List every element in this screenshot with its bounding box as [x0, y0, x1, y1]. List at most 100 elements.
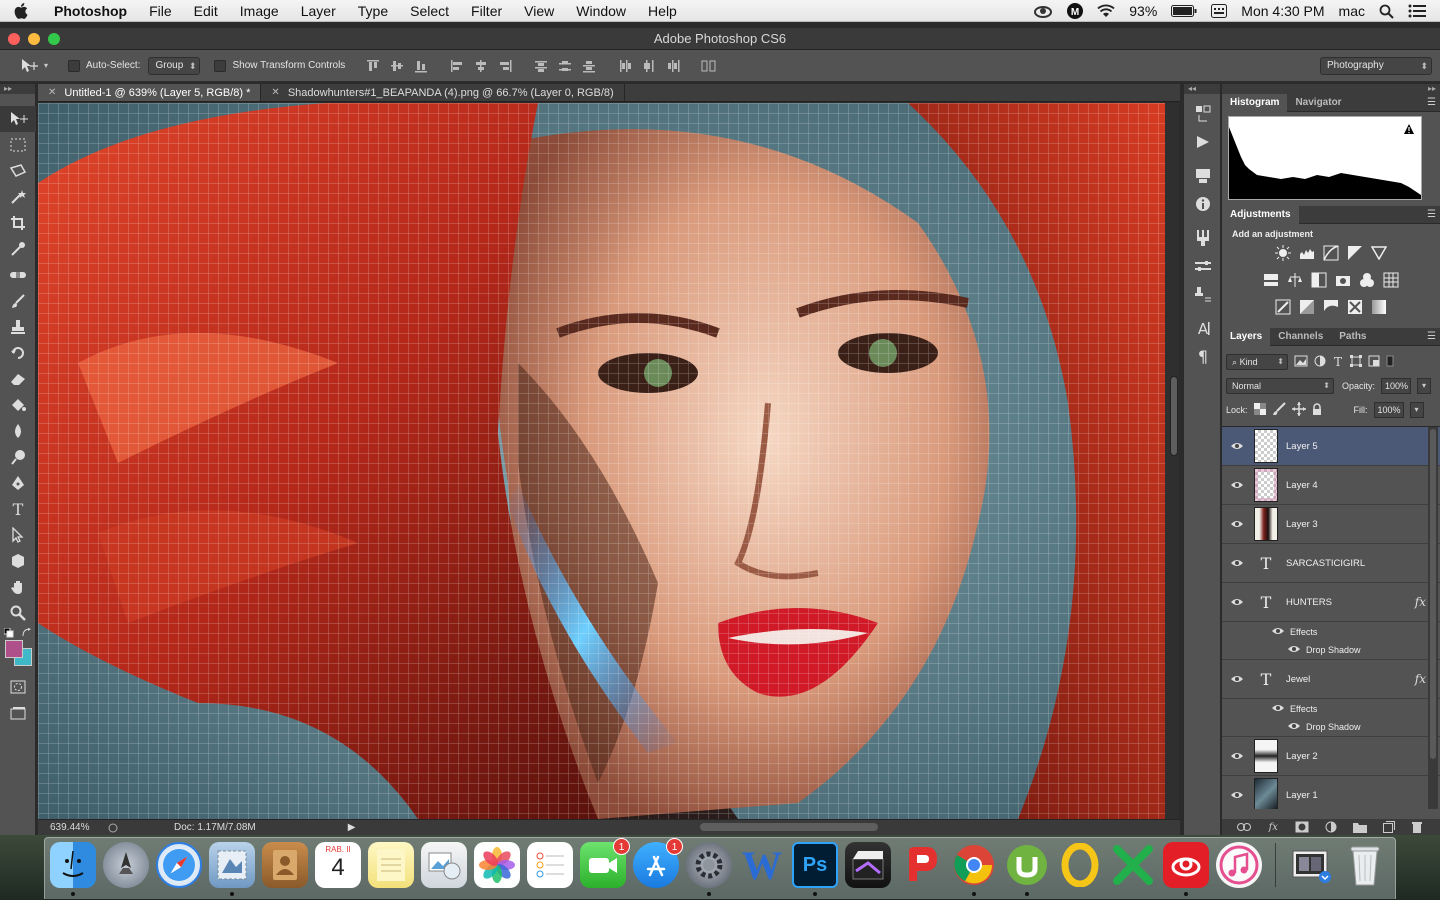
visibility-eye-icon[interactable] — [1222, 791, 1252, 799]
dodge-tool[interactable] — [0, 444, 36, 470]
filter-smart-object-icon[interactable] — [1368, 355, 1380, 369]
layer-name[interactable]: Layer 3 — [1286, 519, 1318, 530]
brightness-contrast-icon[interactable] — [1274, 244, 1292, 262]
menu-app-photoshop[interactable]: Photoshop — [42, 3, 138, 19]
lock-transparent-icon[interactable] — [1253, 403, 1266, 417]
transform-controls-checkbox[interactable] — [214, 59, 227, 72]
move-tool[interactable] — [0, 106, 36, 132]
panels-collapse-icon[interactable]: ▸▸ — [1222, 84, 1440, 94]
tools-collapse-icon[interactable]: ▸▸ — [0, 84, 35, 94]
menu-edit[interactable]: Edit — [183, 3, 229, 19]
layer-name[interactable]: Layer 5 — [1286, 441, 1318, 452]
default-colors-icon[interactable] — [4, 628, 14, 638]
layer-filter-kind[interactable]: ⌕ Kind — [1226, 354, 1288, 370]
menu-file[interactable]: File — [138, 3, 183, 19]
layer-name[interactable]: Layer 4 — [1286, 480, 1318, 491]
mail-stamp-icon[interactable] — [209, 842, 255, 888]
panel-menu-icon[interactable]: ☰ — [1427, 209, 1436, 220]
threshold-icon[interactable] — [1322, 298, 1340, 316]
layer-name[interactable]: Layer 1 — [1286, 790, 1318, 801]
contacts-icon[interactable] — [262, 842, 308, 888]
hand-tool[interactable] — [0, 574, 36, 600]
malwarebytes-icon[interactable]: M — [1067, 3, 1084, 19]
layer-row[interactable]: T Jewel fx — [1222, 660, 1440, 699]
tab-navigator[interactable]: Navigator — [1287, 94, 1349, 112]
utorrent-icon[interactable] — [1004, 842, 1050, 888]
foreground-color-swatch[interactable] — [5, 640, 23, 658]
canvas-vertical-scrollbar[interactable] — [1165, 103, 1179, 819]
black-white-icon[interactable] — [1310, 271, 1328, 289]
paragraph-panel-button[interactable]: ¶ — [1184, 342, 1222, 370]
itunes-icon[interactable] — [1216, 842, 1262, 888]
pen-tool[interactable] — [0, 470, 36, 496]
close-tab-icon[interactable]: ✕ — [271, 87, 279, 98]
clone-stamp-tool[interactable] — [0, 314, 36, 340]
notification-center-icon[interactable] — [1408, 4, 1426, 18]
path-selection-tool[interactable] — [0, 522, 36, 548]
align-right-icon[interactable] — [497, 59, 513, 73]
curves-icon[interactable] — [1322, 244, 1340, 262]
tab-paths[interactable]: Paths — [1331, 328, 1374, 346]
wps-presentation-icon[interactable] — [898, 842, 944, 888]
type-tool[interactable]: T — [0, 496, 36, 522]
status-menu-arrow-icon[interactable]: ▶ — [348, 822, 356, 833]
crop-tool[interactable] — [0, 210, 36, 236]
chrome-icon[interactable] — [951, 842, 997, 888]
tool-preset-picker[interactable]: ▾ — [0, 58, 56, 74]
opacity-field[interactable]: 100% — [1381, 378, 1412, 394]
system-preferences-icon[interactable] — [686, 842, 732, 888]
effect-visibility-eye-icon[interactable] — [1288, 645, 1300, 655]
screen-mode-button[interactable] — [0, 700, 36, 726]
distribute-left-icon[interactable] — [617, 59, 633, 73]
clock[interactable]: Mon 4:30 PM — [1241, 3, 1324, 19]
history-brush-tool[interactable] — [0, 340, 36, 366]
auto-select-dropdown[interactable]: Group — [148, 56, 201, 75]
levels-icon[interactable] — [1298, 244, 1316, 262]
filter-toggle-icon[interactable] — [1386, 355, 1394, 369]
add-layer-style-fx-icon[interactable]: fx — [1266, 821, 1280, 833]
visibility-eye-icon[interactable] — [1222, 481, 1252, 489]
cache-warning-icon[interactable] — [1403, 123, 1415, 135]
posterize-icon[interactable] — [1298, 298, 1316, 316]
auto-select-checkbox[interactable] — [68, 59, 80, 72]
distribute-right-icon[interactable] — [665, 59, 681, 73]
link-layers-icon[interactable] — [1237, 821, 1252, 833]
quick-mask-button[interactable] — [0, 674, 36, 700]
apple-menu-icon[interactable] — [14, 2, 42, 19]
lock-position-icon[interactable] — [1291, 402, 1306, 418]
effects-row[interactable]: Effects — [1222, 699, 1440, 718]
photo-filter-icon[interactable] — [1334, 271, 1352, 289]
wifi-icon[interactable] — [1097, 4, 1115, 18]
launchpad-icon[interactable] — [103, 842, 149, 888]
tab-adjustments[interactable]: Adjustments — [1222, 205, 1299, 224]
hue-saturation-icon[interactable] — [1262, 271, 1280, 289]
visibility-eye-icon[interactable] — [1222, 598, 1252, 606]
invert-icon[interactable] — [1274, 298, 1292, 316]
effects-row[interactable]: Effects — [1222, 622, 1440, 641]
exposure-icon[interactable] — [1346, 244, 1364, 262]
photos-icon[interactable] — [474, 842, 520, 888]
notes-icon[interactable] — [368, 842, 414, 888]
layer-row[interactable]: Layer 3 — [1222, 505, 1440, 544]
channel-mixer-icon[interactable] — [1358, 271, 1376, 289]
eraser-tool[interactable] — [0, 366, 36, 392]
filter-adjustment-icon[interactable] — [1314, 355, 1326, 369]
document-canvas[interactable] — [38, 103, 1165, 819]
lock-all-icon[interactable] — [1312, 402, 1322, 418]
swap-colors-icon[interactable] — [22, 628, 32, 638]
align-hcenter-icon[interactable] — [473, 59, 489, 73]
paint-bucket-tool[interactable] — [0, 392, 36, 418]
trash-icon[interactable] — [1342, 842, 1388, 888]
preview-icon[interactable] — [421, 842, 467, 888]
effects-visibility-eye-icon[interactable] — [1272, 704, 1284, 714]
layer-name[interactable]: Layer 2 — [1286, 751, 1318, 762]
wps-writer-icon[interactable] — [1057, 842, 1103, 888]
align-bottom-icon[interactable] — [413, 59, 429, 73]
visibility-eye-icon[interactable] — [1222, 520, 1252, 528]
align-vcenter-icon[interactable] — [389, 59, 405, 73]
facetime-icon[interactable]: 1 — [580, 838, 630, 888]
layer-row[interactable]: T SARCASTICIGIRL — [1222, 544, 1440, 583]
distribute-top-icon[interactable] — [533, 59, 549, 73]
user-name[interactable]: mac — [1339, 3, 1365, 19]
marquee-tool[interactable] — [0, 132, 36, 158]
